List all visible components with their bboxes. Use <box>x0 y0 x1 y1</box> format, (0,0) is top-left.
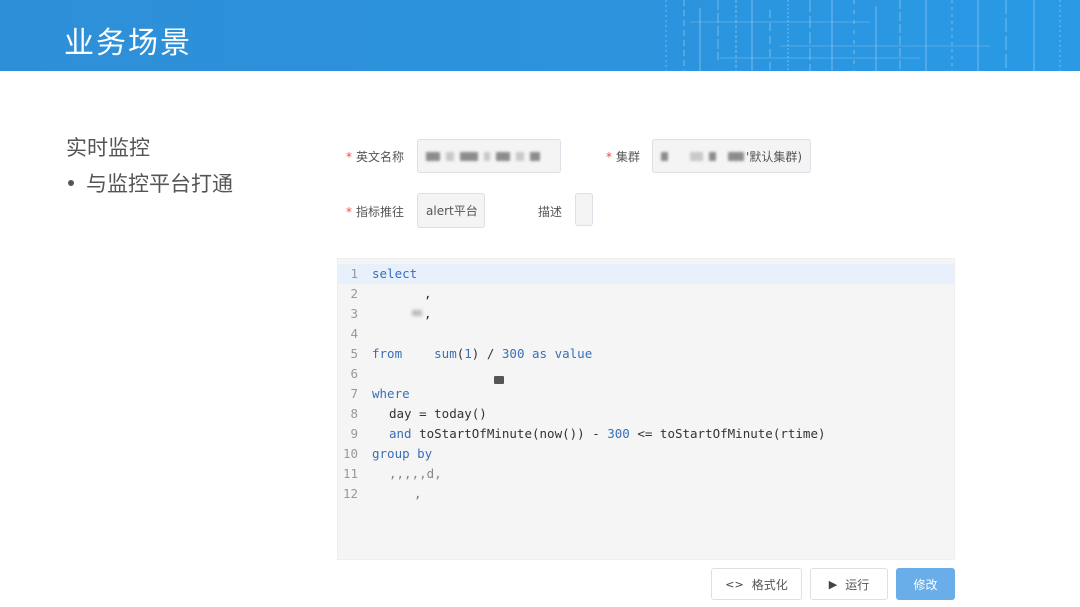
required-mark: * <box>606 150 612 164</box>
line-number: 5 <box>350 346 358 361</box>
cluster-label: * 集群 <box>606 150 641 164</box>
english-name-label: * 英文名称 <box>346 150 405 164</box>
code-line: 6 <box>338 364 954 384</box>
slide-bullet: 与监控平台打通 <box>66 168 233 198</box>
description-input[interactable] <box>575 193 593 226</box>
line-number: 6 <box>350 366 358 381</box>
code-text: , <box>424 306 432 321</box>
bullet-text: 与监控平台打通 <box>86 172 233 196</box>
cluster-value-text: '默认集群) <box>746 149 802 164</box>
code-line: 3 , <box>338 304 954 324</box>
code-text: day = today() <box>389 406 487 421</box>
cluster-select[interactable]: '默认集群) <box>652 139 811 173</box>
code-line: 12 , <box>338 484 954 504</box>
slide-title: 业务场景 <box>64 26 192 61</box>
required-mark: * <box>346 150 352 164</box>
line-number: 12 <box>342 486 358 501</box>
required-mark: * <box>346 205 352 219</box>
sql-editor[interactable]: 1 select 2 , 3 , 4 sum(1) / 300 as value… <box>337 258 955 560</box>
code-line: 1 select <box>338 264 954 284</box>
line-number: 1 <box>350 266 358 281</box>
slide-heading: 实时监控 <box>66 136 150 160</box>
code-text: group by <box>372 446 433 461</box>
line-number: 8 <box>350 406 358 421</box>
code-line: 9 and toStartOfMinute(now()) - 300 <= to… <box>338 424 954 444</box>
slide-header: 业务场景 <box>0 0 1080 71</box>
header-decoration <box>665 0 1061 71</box>
metric-push-input[interactable]: alert平台 <box>417 193 485 228</box>
play-icon: ▶ <box>828 577 838 591</box>
code-line: 11 ,,,,,d, <box>338 464 954 484</box>
code-line: 5 from <box>338 344 954 364</box>
metric-push-label: * 指标推往 <box>346 205 405 219</box>
code-line: 8 day = today() <box>338 404 954 424</box>
code-line: 4 sum(1) / 300 as value <box>338 324 954 361</box>
code-brackets-icon: <> <box>725 577 744 591</box>
format-button[interactable]: <> 格式化 <box>711 568 802 600</box>
description-label: 描述 <box>538 205 563 219</box>
code-line: 2 , <box>338 284 954 304</box>
code-text: and toStartOfMinute(now()) - 300 <= toSt… <box>389 426 826 441</box>
run-button[interactable]: ▶ 运行 <box>810 568 888 600</box>
modify-button[interactable]: 修改 <box>896 568 955 600</box>
line-number: 2 <box>350 286 358 301</box>
code-text: where <box>372 386 410 401</box>
line-number: 11 <box>342 466 358 481</box>
line-number: 3 <box>350 306 358 321</box>
bullet-dot <box>68 180 74 186</box>
line-number: 7 <box>350 386 358 401</box>
line-number: 10 <box>342 446 358 461</box>
code-text: , <box>414 486 422 501</box>
english-name-input[interactable] <box>417 139 561 173</box>
line-number: 9 <box>350 426 358 441</box>
code-text: select <box>372 266 418 281</box>
code-text: ,,,,,d, <box>389 466 442 481</box>
code-line: 10 group by <box>338 444 954 464</box>
code-line: 7 where <box>338 384 954 404</box>
code-text: from <box>372 346 403 361</box>
line-number: 4 <box>350 326 358 341</box>
code-text: , <box>424 286 432 301</box>
